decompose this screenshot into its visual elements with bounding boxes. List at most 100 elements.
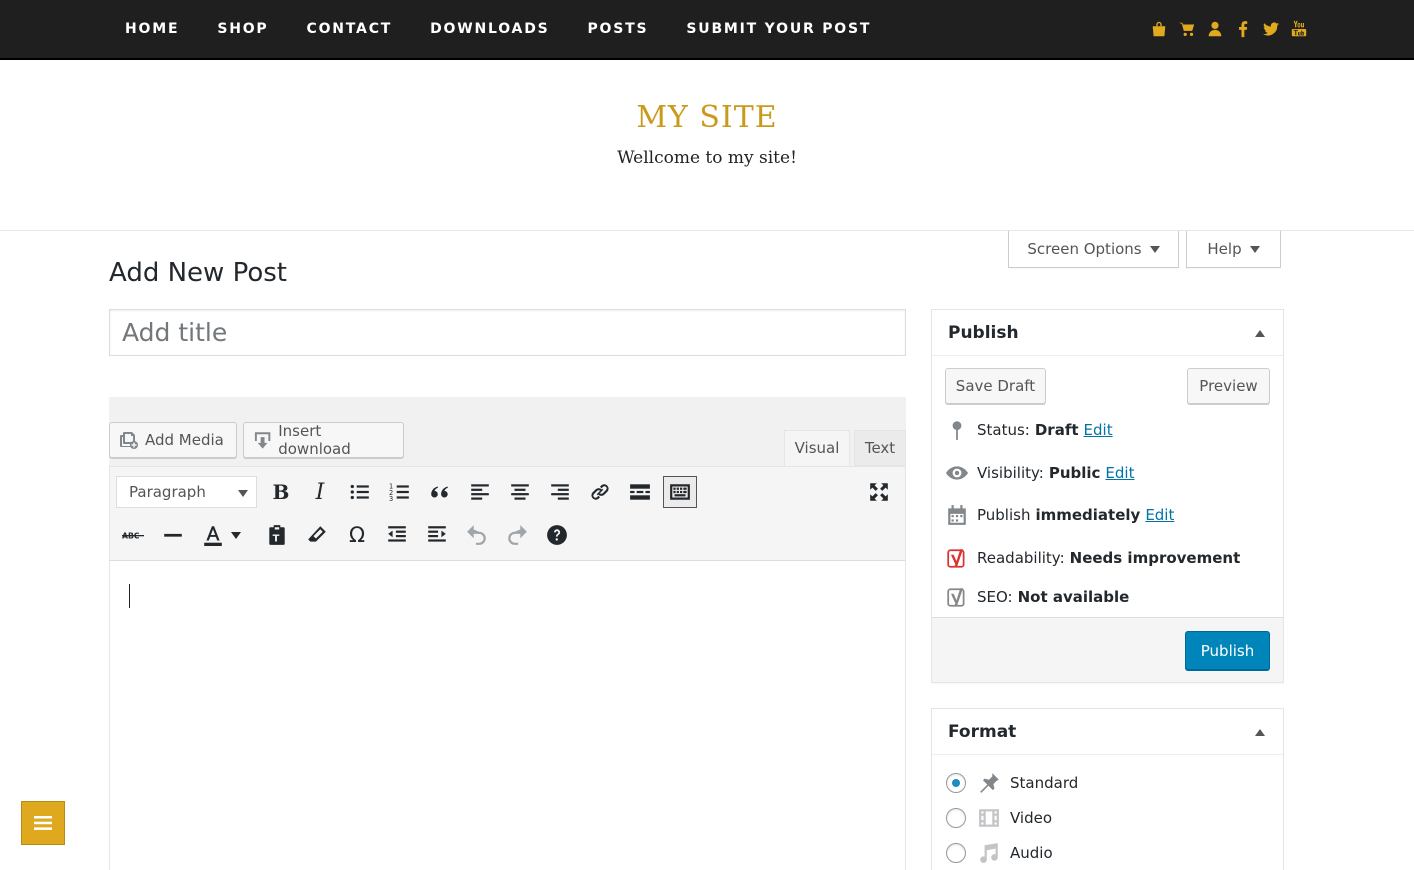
undo-button[interactable] [460,519,494,551]
align-right-icon [551,484,569,500]
seo-row: SEO: Not available [945,584,1134,610]
link-icon [591,484,609,500]
collapse-arrow-icon[interactable] [1255,330,1265,337]
publish-button[interactable]: Publish [1185,631,1270,670]
site-title[interactable]: MY SITE [0,100,1414,135]
numbered-list-button[interactable]: 123 [383,476,417,508]
special-character-button[interactable]: Ω [340,519,374,551]
outdent-button[interactable] [380,519,414,551]
blockquote-button[interactable] [423,476,457,508]
site-header: MY SITE Wellcome to my site! [0,60,1414,231]
yoast-red-icon [945,546,969,570]
horizontal-line-icon [164,533,182,537]
italic-icon: I [315,479,325,505]
insert-link-button[interactable] [583,476,617,508]
svg-text:T: T [273,534,280,545]
bullet-list-button[interactable] [343,476,377,508]
format-box-header[interactable]: Format [932,709,1283,755]
calendar-icon [945,503,969,527]
edit-publish-time-link[interactable]: Edit [1145,506,1174,524]
yoast-gray-icon [945,585,969,609]
post-title-input[interactable] [109,309,906,356]
tab-visual[interactable]: Visual [784,430,850,466]
nav-posts[interactable]: POSTS [588,21,649,37]
add-media-button[interactable]: Add Media [109,422,237,458]
social-icons [1150,18,1308,40]
radio-video[interactable] [946,808,966,828]
format-option-standard[interactable]: Standard [946,769,1078,797]
read-more-button[interactable] [623,476,657,508]
menu-toggle-button[interactable] [21,801,65,845]
video-icon [977,806,1001,830]
text-color-dropdown[interactable] [226,519,246,551]
caret-down-icon [238,490,248,497]
nav-submit-your-post[interactable]: SUBMIT YOUR POST [686,21,871,37]
facebook-icon[interactable] [1234,18,1252,40]
caret-down-icon [1249,245,1260,253]
strikethrough-icon: ABC [122,531,144,540]
nav-contact[interactable]: CONTACT [307,21,393,37]
align-right-button[interactable] [543,476,577,508]
edit-visibility-link[interactable]: Edit [1105,464,1134,482]
horizontal-line-button[interactable] [156,519,190,551]
radio-standard[interactable] [946,773,966,793]
format-select-value: Paragraph [129,483,206,501]
paragraph-format-select[interactable]: Paragraph [116,476,257,508]
read-more-icon [630,484,650,500]
eye-icon [945,461,969,485]
publish-box-title: Publish [948,322,1019,343]
site-description: Wellcome to my site! [617,148,797,168]
post-content-editor[interactable] [109,561,906,870]
format-option-audio[interactable]: Audio [946,839,1053,867]
keyboard-shortcuts-button[interactable] [540,519,574,551]
indent-button[interactable] [420,519,454,551]
fullscreen-button[interactable] [862,476,896,508]
twitter-icon[interactable] [1262,18,1280,40]
collapse-arrow-icon[interactable] [1255,729,1265,736]
radio-audio[interactable] [946,843,966,863]
blockquote-icon [431,486,448,498]
clear-formatting-button[interactable] [300,519,334,551]
paste-as-text-button[interactable]: T [260,519,294,551]
publish-actions: Publish [932,617,1283,682]
download-icon [254,432,271,449]
toolbar-toggle-button[interactable] [663,476,697,508]
strikethrough-button[interactable]: ABC [116,519,150,551]
bold-button[interactable]: B [264,476,298,508]
caret-down-icon [231,531,241,539]
nav-home[interactable]: HOME [125,21,179,37]
format-video-label: Video [1010,809,1053,827]
align-left-button[interactable] [463,476,497,508]
visibility-row: Visibility: Public Edit [945,460,1134,486]
add-media-icon [120,432,138,449]
align-center-button[interactable] [503,476,537,508]
format-option-video[interactable]: Video [946,804,1052,832]
text-cursor [129,584,130,608]
preview-button[interactable]: Preview [1187,368,1270,404]
omega-icon: Ω [348,523,366,547]
redo-button[interactable] [500,519,534,551]
help-button[interactable]: Help [1186,231,1281,268]
publish-box-header[interactable]: Publish [932,310,1283,356]
main-nav: HOME SHOP CONTACT DOWNLOADS POSTS SUBMIT… [125,0,909,58]
tab-text[interactable]: Text [854,430,906,466]
nav-shop[interactable]: SHOP [217,21,268,37]
edit-status-link[interactable]: Edit [1084,421,1113,439]
cart-icon[interactable] [1178,18,1196,40]
youtube-icon[interactable] [1290,18,1308,40]
seo-value: Not available [1017,588,1130,606]
shopping-bag-icon[interactable] [1150,18,1168,40]
insert-download-button[interactable]: Insert download [243,422,404,458]
bullet-list-icon [350,484,369,500]
insert-download-label: Insert download [278,422,351,458]
text-color-button[interactable] [196,519,230,551]
nav-downloads[interactable]: DOWNLOADS [430,21,549,37]
user-icon[interactable] [1206,18,1224,40]
seo-label: SEO: [977,588,1013,606]
format-audio-label: Audio [1010,844,1053,862]
italic-button[interactable]: I [303,476,337,508]
save-draft-button[interactable]: Save Draft [945,368,1046,404]
undo-icon [467,525,486,545]
publish-time-value: immediately [1035,506,1141,524]
screen-options-button[interactable]: Screen Options [1008,231,1179,268]
